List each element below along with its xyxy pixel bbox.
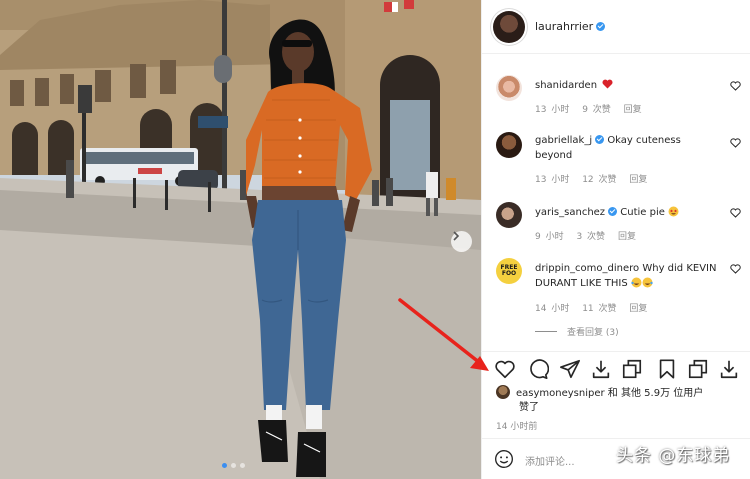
- verified-badge-icon: [608, 207, 618, 216]
- commenter-avatar[interactable]: [496, 75, 522, 101]
- comment-like-heart-icon[interactable]: [730, 138, 741, 148]
- author-avatar[interactable]: [493, 10, 525, 43]
- watermark-text: 头条 @东球弟: [616, 446, 731, 466]
- verified-badge-icon: [595, 135, 605, 144]
- comment-like-count[interactable]: 11 次赞: [582, 304, 616, 314]
- star-struck-emoji-icon: [668, 206, 679, 217]
- comment-time: 14 小时: [535, 304, 570, 314]
- comment-like-count[interactable]: 3 次赞: [576, 232, 605, 242]
- comment-like-count[interactable]: 9 次赞: [582, 105, 611, 115]
- comment-time: 13 小时: [535, 175, 570, 185]
- add-comment-input[interactable]: 添加评论...: [525, 453, 575, 468]
- bookmark-icon[interactable]: [656, 358, 678, 380]
- avatar-logo-text: FREE FOO: [500, 264, 518, 277]
- commenter-avatar[interactable]: [496, 132, 522, 158]
- heart-icon[interactable]: [494, 358, 516, 380]
- copy-icon[interactable]: [621, 358, 643, 380]
- carousel-dot-active: [222, 463, 227, 468]
- comment-meta: 13 小时 9 次赞 回复: [535, 102, 650, 115]
- comment-time: 9 小时: [535, 232, 564, 242]
- comment-reply-link[interactable]: 回复: [629, 304, 647, 314]
- comment-reply-link[interactable]: 回复: [629, 175, 647, 185]
- comment-text: gabriellak_j Okay cuteness beyond: [535, 133, 720, 163]
- comment-icon[interactable]: [527, 358, 549, 380]
- comment-meta: 9 小时 3 次赞 回复: [535, 229, 644, 242]
- comment-like-heart-icon[interactable]: [730, 264, 741, 274]
- comment-reply-link[interactable]: 回复: [618, 232, 636, 242]
- comment-text: shanidarden: [535, 78, 720, 93]
- post-header: laurahrrier: [482, 0, 750, 54]
- street-photo-illustration: [0, 0, 481, 479]
- comment-like-count[interactable]: 12 次赞: [582, 175, 616, 185]
- author-username[interactable]: laurahrrier: [535, 20, 593, 33]
- instagram-post-view: laurahrrier shanidarden 13 小时 9 次赞 回复 ga…: [0, 0, 750, 479]
- post-photo: [0, 0, 481, 479]
- comment-like-heart-icon[interactable]: [730, 81, 741, 91]
- liker-username[interactable]: easymoneysniper: [516, 388, 605, 399]
- download-icon[interactable]: [590, 358, 612, 380]
- replies-divider: [535, 331, 557, 332]
- commenter-username[interactable]: yaris_sanchez: [535, 207, 605, 218]
- comment-text: yaris_sanchez Cutie pie: [535, 205, 720, 220]
- send-icon[interactable]: [559, 358, 581, 380]
- liker-avatar[interactable]: [496, 385, 510, 399]
- likes-connector: 和: [604, 388, 621, 399]
- laughing-tears-emoji-icon: [631, 277, 653, 288]
- view-replies-label: 查看回复 (3): [567, 328, 619, 338]
- comment-text: drippin_como_dinero Why did KEVIN DURANT…: [535, 261, 720, 291]
- comment-reply-link[interactable]: 回复: [624, 105, 642, 115]
- chevron-right-icon: [453, 231, 460, 241]
- emoji-icon[interactable]: [494, 449, 514, 469]
- post-side-panel: laurahrrier shanidarden 13 小时 9 次赞 回复 ga…: [481, 0, 750, 479]
- likes-summary: easymoneysniper 和 其他 5.9万 位用户 赞了: [496, 385, 741, 415]
- comment-meta: 13 小时 12 次赞 回复: [535, 172, 655, 185]
- download-icon[interactable]: [718, 358, 740, 380]
- commenter-username[interactable]: drippin_como_dinero: [535, 263, 639, 274]
- post-action-bar: [482, 351, 750, 383]
- red-heart-emoji-icon: [602, 79, 613, 89]
- commenter-username[interactable]: shanidarden: [535, 80, 597, 91]
- commenter-avatar[interactable]: FREE FOO: [496, 258, 522, 284]
- copy-icon[interactable]: [687, 358, 709, 380]
- view-replies-link[interactable]: 查看回复 (3): [535, 325, 619, 338]
- carousel-dot: [231, 463, 236, 468]
- comment-like-heart-icon[interactable]: [730, 208, 741, 218]
- carousel-dot: [240, 463, 245, 468]
- post-time: 14 小时前: [496, 422, 538, 432]
- carousel-indicator: [222, 463, 245, 468]
- commenter-username[interactable]: gabriellak_j: [535, 135, 592, 146]
- comment-message: Cutie pie: [620, 207, 665, 218]
- likes-others-count[interactable]: 其他 5.9万 位用户: [621, 388, 703, 399]
- likes-suffix: 赞了: [519, 402, 539, 413]
- comment-meta: 14 小时 11 次赞 回复: [535, 301, 655, 314]
- next-photo-button[interactable]: [451, 231, 472, 252]
- commenter-avatar[interactable]: [496, 202, 522, 228]
- verified-badge-icon: [596, 22, 606, 31]
- comment-time: 13 小时: [535, 105, 570, 115]
